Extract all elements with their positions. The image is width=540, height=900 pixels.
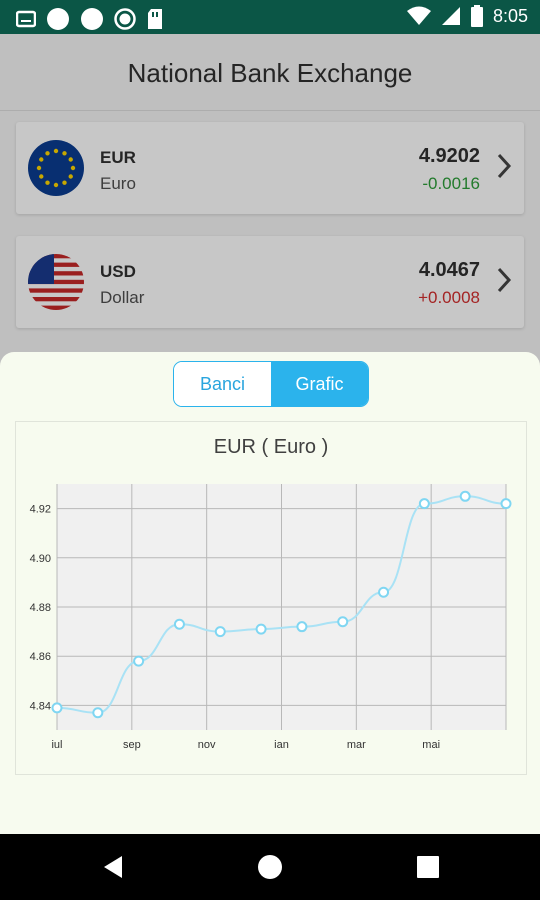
signal-icon: [441, 7, 460, 25]
notification-circle-icon: [81, 8, 103, 30]
data-point[interactable]: [459, 490, 471, 502]
recents-icon[interactable]: [416, 855, 440, 879]
notification-record-icon: [114, 8, 136, 30]
data-point[interactable]: [296, 621, 308, 633]
notification-screen-icon: [16, 10, 36, 28]
data-point[interactable]: [173, 618, 185, 630]
bottom-sheet: Banci Grafic EUR ( Euro ) 4.84 4.86 4.88 4.…: [0, 352, 540, 834]
data-point[interactable]: [500, 498, 512, 510]
data-point[interactable]: [255, 623, 267, 635]
y-tick-label: 4.86: [30, 651, 51, 663]
data-point[interactable]: [378, 586, 390, 598]
wifi-icon: [406, 6, 431, 25]
x-tick-label: nov: [198, 739, 216, 751]
y-tick-label: 4.84: [30, 700, 51, 712]
data-point[interactable]: [133, 655, 145, 667]
data-point[interactable]: [418, 498, 430, 510]
back-icon[interactable]: [100, 854, 126, 880]
status-bar: 8:05: [0, 0, 540, 34]
y-tick-label: 4.92: [30, 504, 51, 516]
x-tick-label: ian: [274, 739, 289, 751]
x-tick-label: sep: [123, 739, 141, 751]
line-chart: 4.84 4.86 4.88 4.90 4.92 iul sep nov ian mar mai: [30, 484, 512, 751]
x-tick-label: mar: [347, 739, 366, 751]
x-tick-label: mai: [422, 739, 440, 751]
y-tick-label: 4.88: [30, 602, 51, 614]
navigation-bar: [0, 834, 540, 900]
segmented-control: Banci Grafic: [173, 361, 369, 407]
data-point[interactable]: [337, 616, 349, 628]
tab-banci[interactable]: Banci: [174, 362, 271, 406]
notification-circle-icon: [47, 8, 69, 30]
data-point[interactable]: [92, 707, 104, 719]
tab-grafic[interactable]: Grafic: [271, 362, 368, 406]
data-point[interactable]: [214, 626, 226, 638]
sd-card-icon: [148, 9, 162, 29]
status-time: 8:05: [492, 5, 528, 26]
data-point[interactable]: [51, 702, 63, 714]
battery-icon: [470, 5, 483, 27]
y-tick-label: 4.90: [30, 553, 51, 565]
x-tick-label: iul: [51, 739, 62, 751]
home-icon[interactable]: [257, 854, 283, 880]
chart-panel: EUR ( Euro ) 4.84 4.86 4.88 4.90 4.92 iul sep n…: [15, 421, 527, 775]
